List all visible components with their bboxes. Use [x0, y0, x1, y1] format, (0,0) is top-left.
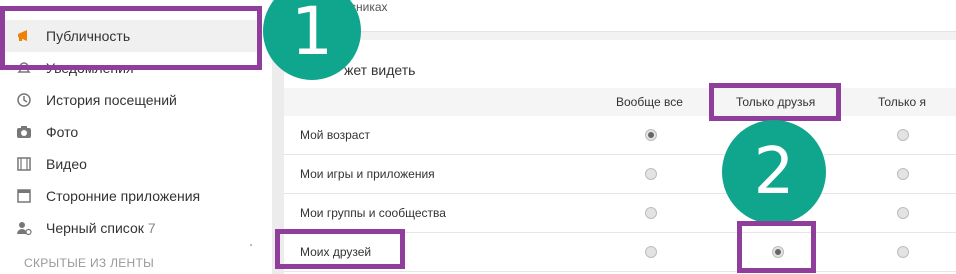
sidebar-item-history[interactable]: История посещений [0, 84, 262, 116]
sidebar-item-label: История посещений [46, 92, 177, 108]
highlight-selected-radio [737, 221, 816, 273]
history-icon [16, 92, 32, 108]
row-label-games-apps: Мои игры и приложения [300, 167, 435, 181]
window-icon [16, 188, 32, 204]
sidebar-item-video[interactable]: Видео [0, 148, 262, 180]
radio-friends-only-me[interactable] [897, 246, 909, 258]
table-row: Мои группы и сообщества [284, 194, 956, 233]
radio-games-only-me[interactable] [897, 168, 909, 180]
blacklist-count: 7 [147, 220, 156, 236]
column-header-everyone: Вообще все [616, 95, 683, 109]
sidebar-item-third-party-apps[interactable]: Сторонние приложения [0, 180, 262, 212]
row-label-groups: Мои группы и сообщества [300, 206, 446, 220]
radio-age-everyone[interactable] [645, 129, 657, 141]
film-icon [16, 156, 32, 172]
sidebar-item-label: Видео [46, 156, 87, 172]
sidebar-item-photo[interactable]: Фото [0, 116, 262, 148]
radio-games-everyone[interactable] [645, 168, 657, 180]
row-label-age: Мой возраст [300, 128, 370, 142]
sidebar-item-label: Сторонние приложения [46, 188, 201, 204]
radio-age-only-me[interactable] [897, 129, 909, 141]
sidebar-section-hidden-from-feed: СКРЫТЫЕ ИЗ ЛЕНТЫ [24, 256, 155, 270]
radio-groups-only-me[interactable] [897, 207, 909, 219]
sidebar-item-label: Фото [46, 124, 79, 140]
table-row: Мои игры и приложения [284, 155, 956, 194]
table-header: Вообще все Только друзья Только я [284, 88, 956, 116]
highlight-publicity [0, 6, 262, 70]
radio-friends-everyone[interactable] [645, 246, 657, 258]
camera-icon [16, 124, 32, 140]
highlight-friends-only-column [709, 83, 841, 121]
divider-dot [250, 244, 252, 246]
column-header-only-me: Только я [878, 95, 926, 109]
user-blocked-icon [16, 220, 32, 236]
table-row: Мой возраст [284, 116, 956, 155]
radio-groups-everyone[interactable] [645, 207, 657, 219]
highlight-my-friends-row [275, 229, 405, 269]
step-badge-2: 2 [722, 120, 826, 224]
sidebar-item-label: Черный список [46, 220, 144, 236]
section-title: жет видеть [344, 62, 416, 78]
separator-band [284, 31, 956, 40]
sidebar-item-blacklist[interactable]: Черный список 7 [0, 212, 262, 244]
